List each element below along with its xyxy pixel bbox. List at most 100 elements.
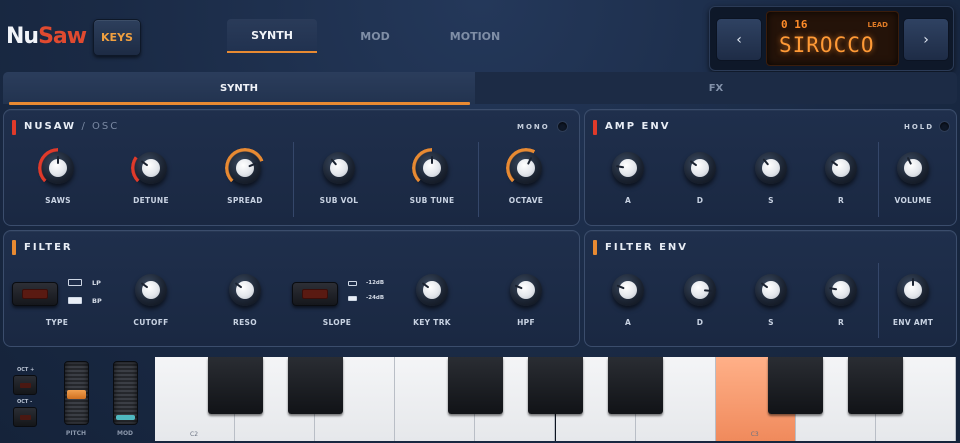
piano-black-key[interactable] [528, 357, 583, 414]
filter-knob-key-trk[interactable] [416, 274, 448, 306]
filter-env-knob-r[interactable] [825, 274, 857, 306]
filter-env-label-a: A [624, 318, 632, 327]
amp-env-knob-r[interactable] [825, 152, 857, 184]
pitch-label: PITCH [65, 430, 87, 437]
knob-indicator [828, 287, 838, 291]
piano-black-key[interactable] [287, 357, 343, 414]
osc-panel: NUSAW / OSC MONO SAWS DETUNE SPREAD SUB VOL… [3, 109, 580, 226]
filter-slope-24: -24dB [366, 295, 385, 301]
slope-24-indicator [348, 296, 357, 301]
filter-knob-hpf[interactable] [510, 274, 542, 306]
filter-label-reso: RESO [233, 318, 257, 327]
piano-black-key[interactable] [848, 357, 904, 414]
mod-label: MOD [116, 430, 134, 437]
amp-env-knob-volume[interactable] [897, 152, 929, 184]
knob-cap [236, 159, 254, 177]
osc-knob-saws[interactable] [38, 148, 78, 188]
filter-env-knob-d[interactable] [684, 274, 716, 306]
knob-cap [517, 281, 535, 299]
mono-toggle[interactable] [557, 121, 568, 132]
amp-env-divider [878, 142, 879, 217]
amp-env-label-a: A [624, 196, 632, 205]
filter-type-switch[interactable] [12, 282, 58, 306]
knob-indicator [912, 278, 914, 286]
logo-part-2: Saw [38, 24, 87, 49]
oct-up-led [20, 383, 31, 388]
filter-type-lp: LP [92, 279, 101, 287]
pitch-wheel[interactable] [64, 361, 89, 425]
filter-marker [12, 240, 16, 255]
filter-label-cutoff: CUTOFF [133, 318, 169, 327]
filter-env-knob-env-amt[interactable] [897, 274, 929, 306]
amp-env-knob-a[interactable] [612, 152, 644, 184]
tab-motion[interactable]: MOTION [430, 19, 520, 53]
filter-knob-cutoff[interactable] [135, 274, 167, 306]
filter-env-label-s: S [768, 318, 774, 327]
oct-up-button[interactable] [13, 375, 37, 395]
knob-cap [904, 159, 922, 177]
preset-name: SIROCCO [779, 33, 875, 57]
tab-mod[interactable]: MOD [330, 19, 420, 53]
section-tab-synth[interactable]: SYNTH [3, 72, 475, 104]
osc-knob-detune[interactable] [131, 148, 171, 188]
hold-toggle[interactable] [939, 121, 950, 132]
preset-browser: ‹ 0 16 LEAD SIROCCO › [709, 6, 954, 71]
piano-key-label: C3 [750, 431, 759, 438]
amp-env-marker [593, 120, 597, 135]
filter-label-hpf: HPF [517, 318, 535, 327]
amp-env-label-d: D [696, 196, 704, 205]
knob-cap [619, 281, 637, 299]
mod-wheel-marker [116, 415, 135, 420]
filter-env-knob-s[interactable] [755, 274, 787, 306]
piano-black-key[interactable] [207, 357, 263, 414]
filter-slope-switch[interactable] [292, 282, 338, 306]
osc-knob-sub-vol[interactable] [323, 152, 355, 184]
filter-slope-label: SLOPE [322, 318, 352, 327]
osc-divider-1 [293, 142, 294, 217]
section-tab-underline [9, 102, 470, 105]
osc-divider-2 [478, 142, 479, 217]
tab-synth[interactable]: SYNTH [227, 19, 317, 53]
amp-env-label-volume: VOLUME [894, 196, 932, 205]
amp-env-label-r: R [837, 196, 845, 205]
amp-env-label-s: S [768, 196, 774, 205]
lp-indicator [68, 279, 82, 286]
osc-subtitle: / OSC [81, 121, 120, 132]
filter-knob-reso[interactable] [229, 274, 261, 306]
osc-knob-sub-tune[interactable] [412, 148, 452, 188]
preset-display[interactable]: 0 16 LEAD SIROCCO [766, 11, 899, 66]
osc-label-detune: DETUNE [133, 196, 169, 205]
amp-env-knob-s[interactable] [755, 152, 787, 184]
piano-black-key[interactable] [768, 357, 824, 414]
bp-indicator [68, 297, 82, 304]
oct-down-label: OCT - [17, 399, 33, 405]
osc-label-sub-tune: SUB TUNE [409, 196, 455, 205]
mod-wheel[interactable] [113, 361, 138, 425]
keys-button[interactable]: KEYS [93, 19, 141, 56]
piano-black-key[interactable] [608, 357, 664, 414]
osc-title: NUSAW / OSC [24, 121, 119, 132]
amp-env-panel: AMP ENV HOLD A D S R VOLUME [584, 109, 957, 226]
chevron-left-icon: ‹ [736, 31, 742, 48]
filter-title: FILTER [24, 242, 73, 253]
filter-panel: FILTER LP BP TYPE -12dB -24dB SLOPE CUTO… [3, 230, 580, 347]
oct-down-button[interactable] [13, 407, 37, 427]
filter-env-panel: FILTER ENV A D S R ENV AMT [584, 230, 957, 347]
app-logo: NuSaw [6, 24, 87, 49]
piano-keyboard: C2 C3 [155, 357, 956, 441]
piano-black-key[interactable] [447, 357, 503, 414]
filter-env-knob-a[interactable] [612, 274, 644, 306]
amp-env-knob-d[interactable] [684, 152, 716, 184]
filter-type-bp: BP [92, 297, 102, 305]
oct-up-label: OCT + [17, 367, 35, 373]
filter-env-label-d: D [696, 318, 704, 327]
preset-prev-button[interactable]: ‹ [716, 18, 762, 61]
section-tab-fx[interactable]: FX [475, 72, 957, 104]
amp-env-title: AMP ENV [605, 121, 671, 132]
osc-knob-octave[interactable] [506, 148, 546, 188]
slope-12-indicator [348, 281, 357, 286]
osc-label-spread: SPREAD [227, 196, 263, 205]
preset-next-button[interactable]: › [903, 18, 949, 61]
osc-knob-spread[interactable] [225, 148, 265, 188]
filter-slope-switch-led [302, 289, 328, 299]
